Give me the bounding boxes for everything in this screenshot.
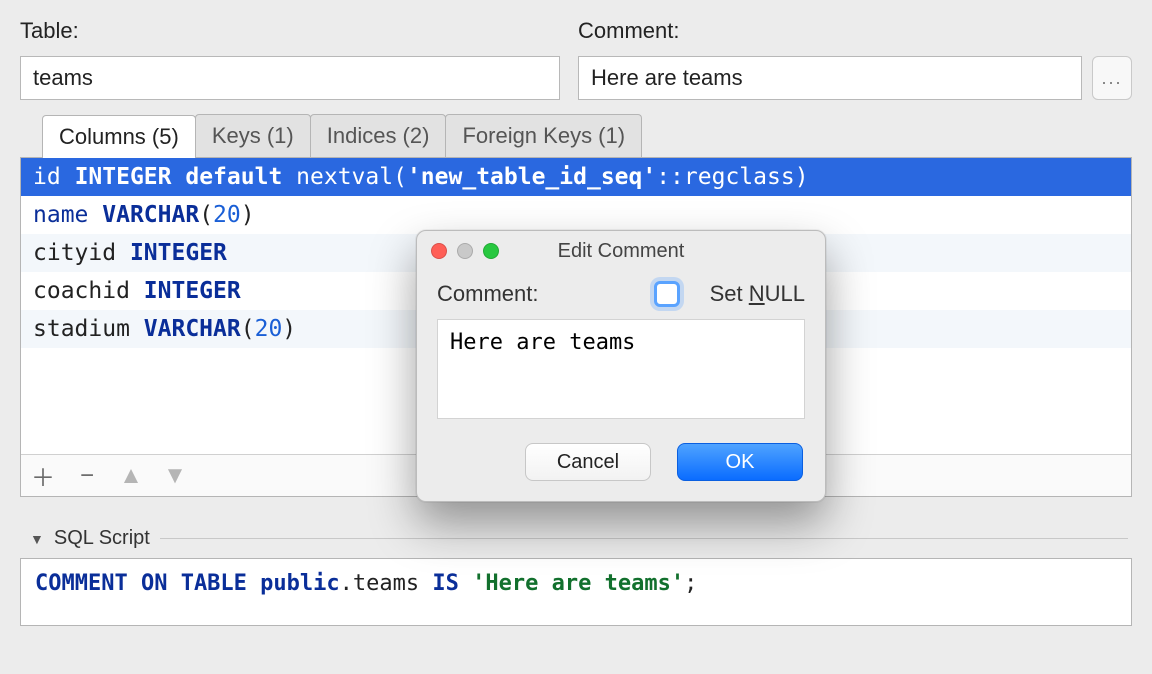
- move-down-icon[interactable]: ▼: [163, 464, 187, 488]
- dialog-comment-textarea[interactable]: [437, 319, 805, 419]
- set-null-label: Set NULL: [710, 281, 805, 307]
- close-icon[interactable]: [431, 243, 447, 259]
- zoom-icon[interactable]: [483, 243, 499, 259]
- disclosure-icon[interactable]: ▼: [30, 531, 44, 547]
- comment-input[interactable]: [578, 56, 1082, 100]
- move-up-icon[interactable]: ▲: [119, 464, 143, 488]
- cancel-button[interactable]: Cancel: [525, 443, 651, 481]
- add-icon[interactable]: ＋: [31, 464, 55, 488]
- sql-script[interactable]: COMMENT ON TABLE public.teams IS 'Here a…: [20, 558, 1132, 626]
- comment-label: Comment:: [578, 18, 1132, 44]
- remove-icon[interactable]: −: [75, 464, 99, 488]
- set-null-checkbox[interactable]: [654, 281, 680, 307]
- dialog-comment-label: Comment:: [437, 281, 538, 307]
- comment-more-button[interactable]: ...: [1092, 56, 1132, 100]
- tab-keys[interactable]: Keys (1): [195, 114, 311, 157]
- ok-button[interactable]: OK: [677, 443, 803, 481]
- tabs: Columns (5) Keys (1) Indices (2) Foreign…: [42, 114, 1152, 157]
- tab-columns[interactable]: Columns (5): [42, 115, 196, 158]
- tab-indices[interactable]: Indices (2): [310, 114, 447, 157]
- tab-foreign-keys[interactable]: Foreign Keys (1): [445, 114, 642, 157]
- table-name-input[interactable]: [20, 56, 560, 100]
- sql-section-label: SQL Script: [54, 527, 150, 550]
- minimize-icon: [457, 243, 473, 259]
- divider: [160, 538, 1128, 539]
- column-row[interactable]: name VARCHAR(20): [21, 196, 1131, 234]
- table-label: Table:: [20, 18, 560, 44]
- edit-comment-dialog: Edit Comment Comment: Set NULL Cancel OK: [416, 230, 826, 502]
- column-row[interactable]: id INTEGER default nextval('new_table_id…: [21, 158, 1131, 196]
